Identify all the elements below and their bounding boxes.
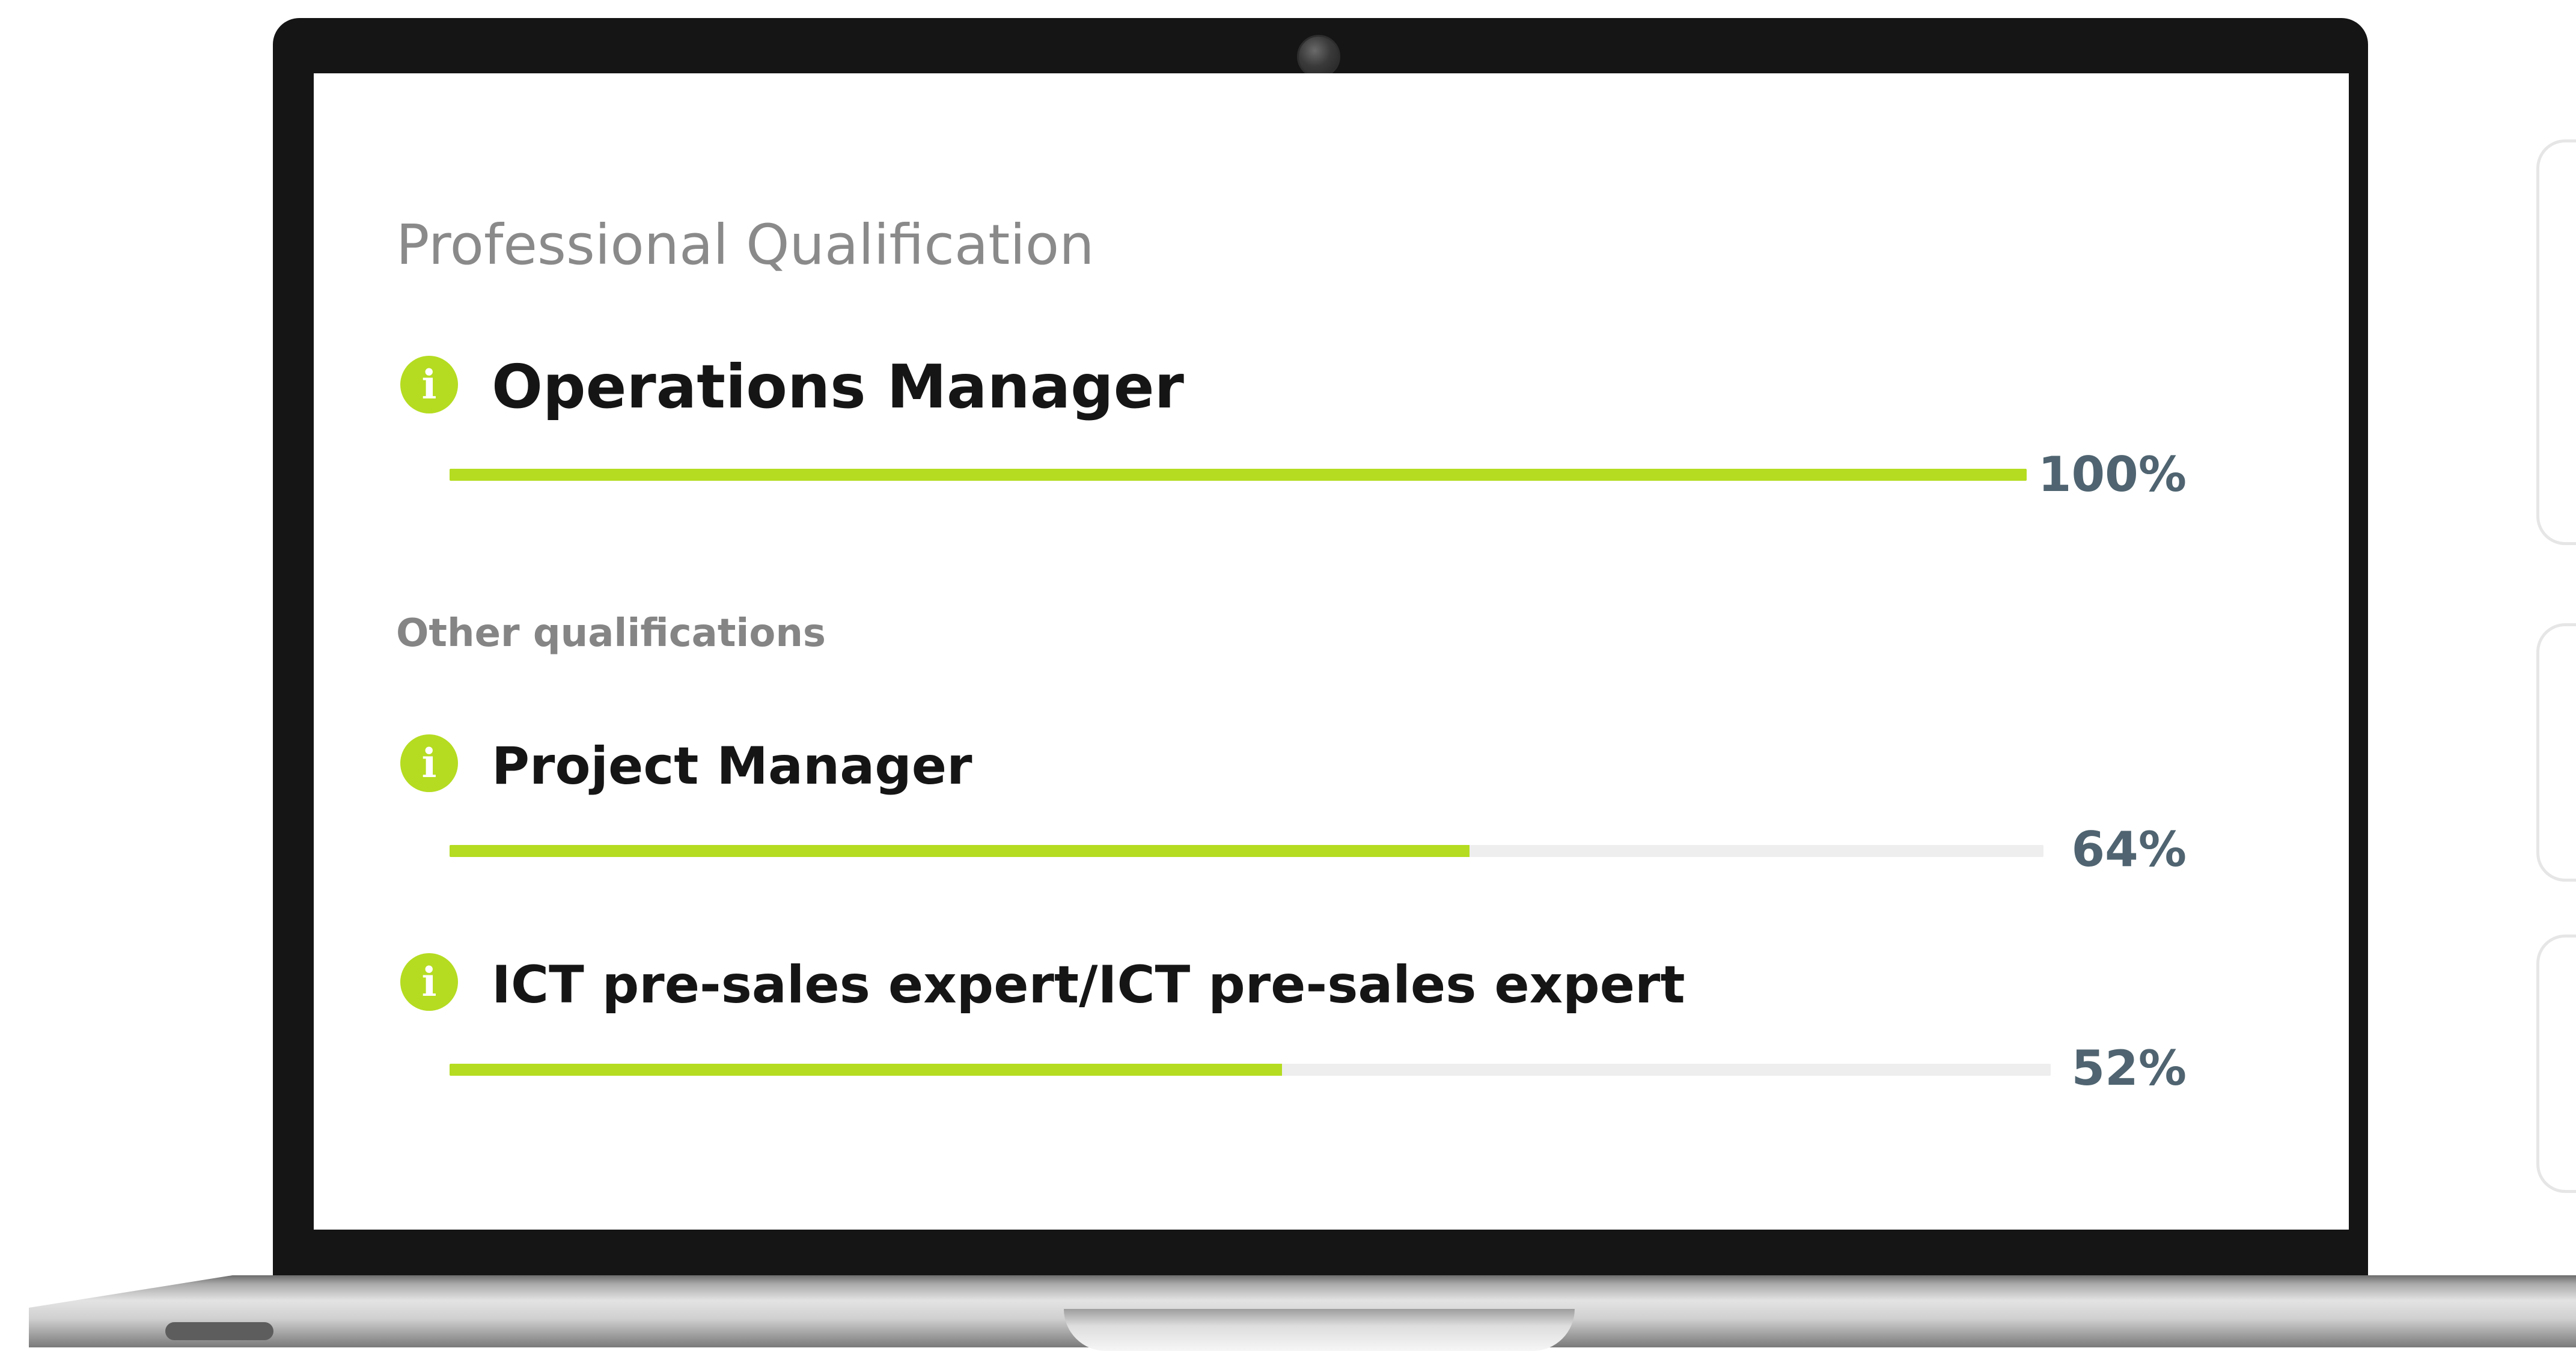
progress-track bbox=[450, 1064, 2051, 1076]
other-qualifications-heading: Other qualifications bbox=[396, 611, 826, 656]
laptop-screen: Professional Qualification i Operations … bbox=[314, 73, 2349, 1230]
progress-percent: 100% bbox=[2037, 447, 2187, 502]
info-icon[interactable]: i bbox=[400, 734, 458, 792]
webcam-icon bbox=[1297, 35, 1340, 78]
progress-fill bbox=[450, 469, 2027, 481]
progress-percent: 52% bbox=[2071, 1040, 2187, 1096]
progress-fill bbox=[450, 1064, 1283, 1076]
progress-track bbox=[450, 845, 2043, 857]
progress-percent: 64% bbox=[2071, 822, 2187, 877]
side-card-2 bbox=[2536, 623, 2576, 882]
side-card-3 bbox=[2536, 935, 2576, 1193]
info-icon[interactable]: i bbox=[400, 953, 458, 1011]
progress-fill bbox=[450, 845, 1470, 857]
laptop-foot bbox=[165, 1322, 273, 1340]
qualification-name: Project Manager bbox=[492, 736, 972, 796]
qualification-name: ICT pre-sales expert/ICT pre-sales exper… bbox=[492, 955, 1685, 1015]
laptop-hinge-notch bbox=[1064, 1309, 1575, 1351]
side-card-1 bbox=[2536, 139, 2576, 545]
section-title: Professional Qualification bbox=[396, 213, 1094, 277]
qualification-name: Operations Manager bbox=[492, 352, 1184, 422]
info-icon[interactable]: i bbox=[400, 356, 458, 413]
progress-track bbox=[450, 469, 2027, 481]
